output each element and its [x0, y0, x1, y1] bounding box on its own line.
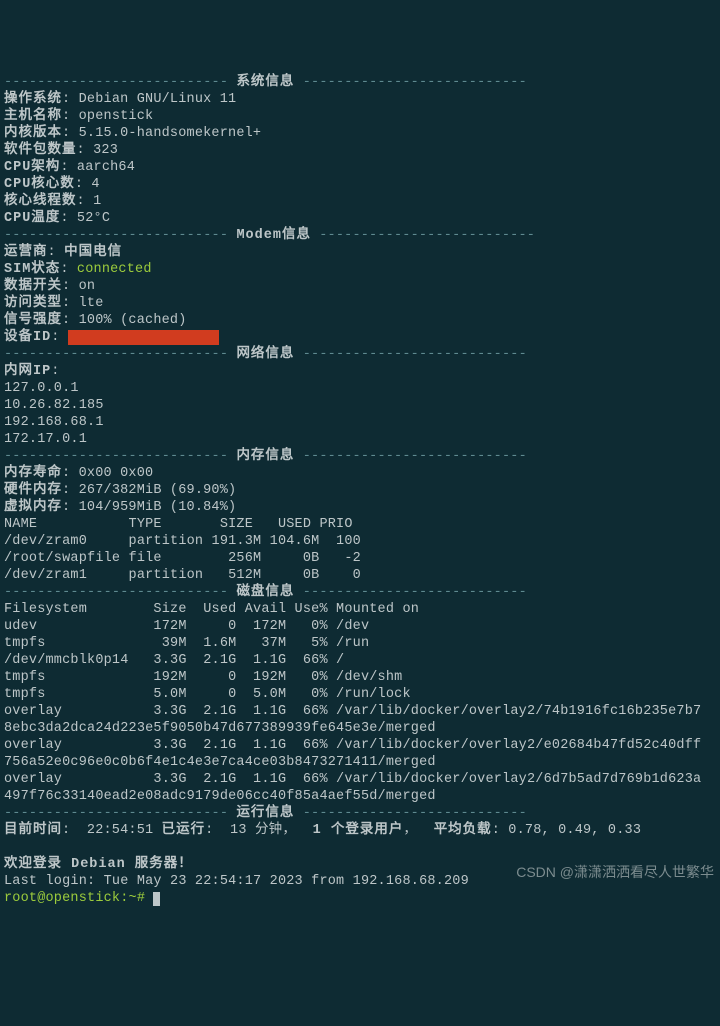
lan-label: 内网IP: [4, 364, 51, 379]
disk-row-1: tmpfs 39M 1.6M 37M 5% /run: [4, 636, 369, 651]
section-network: 网络信息: [236, 347, 294, 362]
disk-row-0: udev 172M 0 172M 0% /dev: [4, 619, 369, 634]
kernel-label: 内核版本: [4, 126, 62, 141]
load-label: 平均负载: [434, 823, 492, 838]
swap-header: NAME TYPE SIZE USED PRIO: [4, 517, 353, 532]
prompt[interactable]: root@openstick:~#: [4, 891, 153, 906]
ip-2: 192.168.68.1: [4, 415, 104, 430]
section-memory: 内存信息: [236, 449, 294, 464]
temp-label: CPU温度: [4, 211, 60, 226]
load-value: 0.78, 0.49, 0.33: [508, 823, 641, 838]
ip-3: 172.17.0.1: [4, 432, 87, 447]
section-system: 系统信息: [236, 75, 294, 90]
now-value: 22:54:51: [87, 823, 153, 838]
vmem-label: 虚拟内存: [4, 500, 62, 515]
arch-label: CPU架构: [4, 160, 60, 175]
data-value: on: [79, 279, 96, 294]
arch-value: aarch64: [77, 160, 135, 175]
section-runtime: 运行信息: [236, 806, 294, 821]
data-label: 数据开关: [4, 279, 62, 294]
disk-row-6: 8ebc3da2dca24d223e5f9050b47d677389939fe6…: [4, 721, 436, 736]
up-value: 13 分钟: [230, 823, 282, 838]
swap-row-1: /root/swapfile file 256M 0B -2: [4, 551, 361, 566]
disk-row-5: overlay 3.3G 2.1G 1.1G 66% /var/lib/dock…: [4, 704, 701, 719]
users-value: 1 个登录用户: [313, 823, 404, 838]
up-label: 已运行: [162, 823, 206, 838]
section-disk: 磁盘信息: [236, 585, 294, 600]
disk-row-4: tmpfs 5.0M 0 5.0M 0% /run/lock: [4, 687, 411, 702]
host-label: 主机名称: [4, 109, 62, 124]
pkg-value: 323: [93, 143, 118, 158]
cores-label: CPU核心数: [4, 177, 75, 192]
temp-value: 52°C: [77, 211, 110, 226]
threads-label: 核心线程数: [4, 194, 77, 209]
hwmem-label: 硬件内存: [4, 483, 62, 498]
carrier-label: 运营商: [4, 245, 48, 260]
hwmem-value: 267/382MiB (69.90%): [79, 483, 237, 498]
memlife-value: 0x00 0x00: [79, 466, 154, 481]
disk-row-9: overlay 3.3G 2.1G 1.1G 66% /var/lib/dock…: [4, 772, 701, 787]
apn-value: lte: [79, 296, 104, 311]
cores-value: 4: [91, 177, 99, 192]
now-label: 目前时间: [4, 823, 62, 838]
cursor-icon: [153, 892, 160, 906]
pkg-label: 软件包数量: [4, 143, 77, 158]
disk-row-2: /dev/mmcblk0p14 3.3G 2.1G 1.1G 66% /: [4, 653, 344, 668]
memlife-label: 内存寿命: [4, 466, 62, 481]
kernel-value: 5.15.0-handsomekernel+: [79, 126, 262, 141]
threads-value: 1: [93, 194, 101, 209]
host-value: openstick: [79, 109, 154, 124]
swap-row-2: /dev/zram1 partition 512M 0B 0: [4, 568, 361, 583]
ip-0: 127.0.0.1: [4, 381, 79, 396]
signal-value: 100% (cached): [79, 313, 187, 328]
terminal-output: --------------------------- 系统信息 -------…: [4, 74, 716, 907]
vmem-value: 104/959MiB (10.84%): [79, 500, 237, 515]
sim-value: connected: [77, 262, 152, 277]
signal-label: 信号强度: [4, 313, 62, 328]
os-label: 操作系统: [4, 92, 62, 107]
devid-label: 设备ID: [4, 330, 51, 345]
disk-row-3: tmpfs 192M 0 192M 0% /dev/shm: [4, 670, 402, 685]
welcome-line: 欢迎登录 Debian 服务器！: [4, 857, 193, 872]
disk-row-10: 497f76c33140ead2e08adc9179de06cc40f85a4a…: [4, 789, 436, 804]
devid-value: [68, 330, 219, 345]
ip-1: 10.26.82.185: [4, 398, 104, 413]
disk-header: Filesystem Size Used Avail Use% Mounted …: [4, 602, 419, 617]
watermark: CSDN @潇潇洒洒看尽人世繁华: [516, 864, 714, 882]
apn-label: 访问类型: [4, 296, 62, 311]
sim-label: SIM状态: [4, 262, 60, 277]
os-value: Debian GNU/Linux 11: [79, 92, 237, 107]
lastlogin-line: Last login: Tue May 23 22:54:17 2023 fro…: [4, 874, 469, 889]
disk-row-8: 756a52e0c96e0c0b6f4e1c4e3e7ca4ce03b84732…: [4, 755, 436, 770]
carrier-value: 中国电信: [64, 245, 122, 260]
swap-row-0: /dev/zram0 partition 191.3M 104.6M 100: [4, 534, 361, 549]
disk-row-7: overlay 3.3G 2.1G 1.1G 66% /var/lib/dock…: [4, 738, 701, 753]
section-modem: Modem信息: [236, 228, 311, 243]
